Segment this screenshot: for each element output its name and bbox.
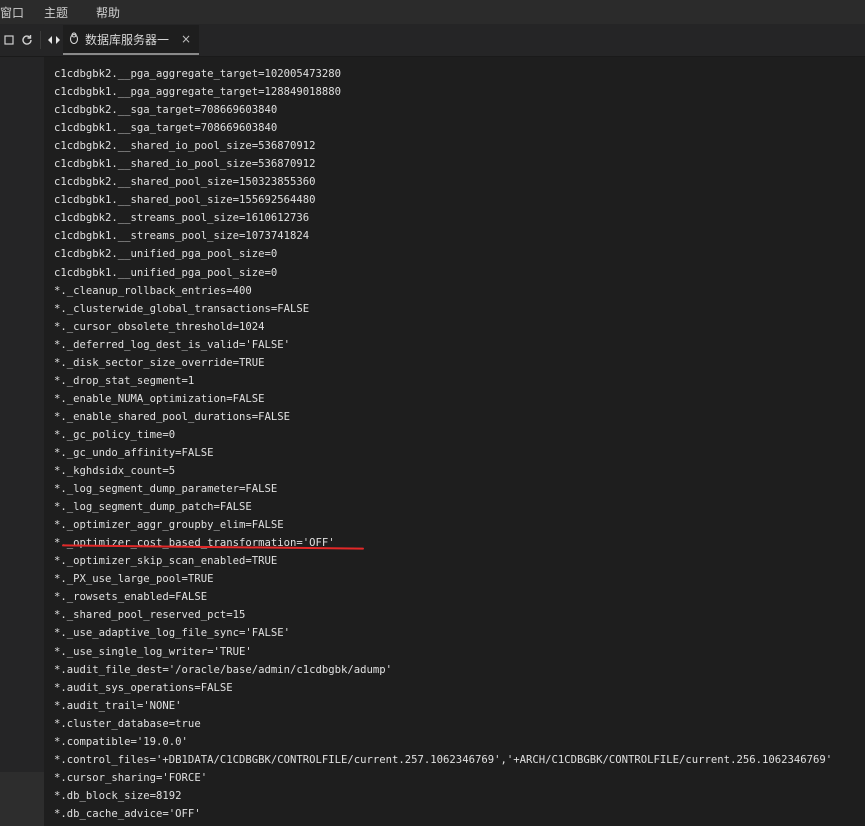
output-line: *._clusterwide_global_transactions=FALSE [54, 302, 310, 315]
output-line: *._drop_stat_segment=1 [54, 374, 195, 387]
output-line: *._kghdsidx_count=5 [54, 465, 176, 478]
output-line: *.control_files='+DB1DATA/C1CDBGBK/CONTR… [54, 753, 833, 766]
tab-bar: 数据库服务器一 × [0, 24, 865, 57]
output-line: *._gc_policy_time=0 [54, 428, 176, 441]
output-line: *._optimizer_cost_based_transformation='… [54, 537, 335, 550]
output-line: c1cdbgbk2.__shared_io_pool_size=53687091… [54, 140, 316, 153]
linux-icon [69, 31, 79, 47]
output-line: *.audit_sys_operations=FALSE [54, 681, 233, 694]
square-icon[interactable] [0, 31, 18, 49]
output-line: c1cdbgbk1.__streams_pool_size=1073741824 [54, 230, 310, 243]
output-line: c1cdbgbk1.__pga_aggregate_target=1288490… [54, 86, 342, 99]
output-lines: c1cdbgbk2.__pga_aggregate_target=1020054… [54, 65, 832, 823]
terminal-output[interactable]: c1cdbgbk2.__pga_aggregate_target=1020054… [44, 57, 865, 826]
close-icon[interactable]: × [181, 32, 191, 46]
refresh-icon[interactable] [18, 31, 36, 49]
output-line: c1cdbgbk2.__pga_aggregate_target=1020054… [54, 68, 342, 80]
output-line: *._PX_use_large_pool=TRUE [54, 573, 214, 586]
output-line: *._gc_undo_affinity=FALSE [54, 446, 214, 459]
output-line: *._cursor_obsolete_threshold=1024 [54, 320, 265, 333]
output-line: *._rowsets_enabled=FALSE [54, 591, 208, 604]
left-panel-footer [0, 772, 44, 826]
output-line: c1cdbgbk2.__sga_target=708669603840 [54, 104, 278, 117]
output-line: c1cdbgbk2.__shared_pool_size=15032385536… [54, 176, 316, 189]
output-line: *._shared_pool_reserved_pct=15 [54, 609, 246, 622]
tab-title: 数据库服务器一 [85, 32, 170, 47]
nav-arrows-icon[interactable] [45, 31, 63, 49]
output-line: *._log_segment_dump_parameter=FALSE [54, 483, 278, 496]
output-line: *._optimizer_aggr_groupby_elim=FALSE [54, 519, 284, 532]
toolbar-divider [40, 31, 41, 49]
output-line: *.cluster_database=true [54, 717, 201, 730]
menu-bar: 窗口 主题 帮助 [0, 0, 865, 24]
output-line: *.audit_file_dest='/oracle/base/admin/c1… [54, 663, 393, 676]
menu-item-window[interactable]: 窗口 [0, 4, 44, 21]
output-line: *.db_cache_advice='OFF' [54, 807, 201, 820]
output-line: *.compatible='19.0.0' [54, 735, 188, 748]
output-line: c1cdbgbk1.__sga_target=708669603840 [54, 122, 278, 135]
output-line: *.db_block_size=8192 [54, 789, 182, 802]
output-line: *._use_single_log_writer='TRUE' [54, 645, 252, 658]
output-line: c1cdbgbk2.__unified_pga_pool_size=0 [54, 248, 278, 261]
menu-item-help[interactable]: 帮助 [96, 4, 136, 21]
output-line: c1cdbgbk1.__shared_pool_size=15569256448… [54, 194, 316, 207]
output-line: *.audit_trail='NONE' [54, 699, 182, 712]
output-line: c1cdbgbk1.__unified_pga_pool_size=0 [54, 266, 278, 279]
left-panel [0, 57, 44, 826]
output-line: *._use_adaptive_log_file_sync='FALSE' [54, 627, 290, 640]
output-line: c1cdbgbk2.__streams_pool_size=1610612736 [54, 212, 310, 225]
output-line: *._cleanup_rollback_entries=400 [54, 284, 252, 297]
output-line: *._deferred_log_dest_is_valid='FALSE' [54, 338, 290, 351]
tab-database-server[interactable]: 数据库服务器一 × [63, 25, 200, 55]
output-line: *._enable_shared_pool_durations=FALSE [54, 410, 290, 423]
output-line: *._log_segment_dump_patch=FALSE [54, 501, 252, 514]
output-line: *._disk_sector_size_override=TRUE [54, 356, 265, 369]
output-line: *._enable_NUMA_optimization=FALSE [54, 392, 265, 405]
output-line: *._optimizer_skip_scan_enabled=TRUE [54, 555, 278, 568]
menu-item-theme[interactable]: 主题 [44, 4, 96, 21]
output-line: c1cdbgbk1.__shared_io_pool_size=53687091… [54, 158, 316, 171]
output-line: *.cursor_sharing='FORCE' [54, 771, 208, 784]
